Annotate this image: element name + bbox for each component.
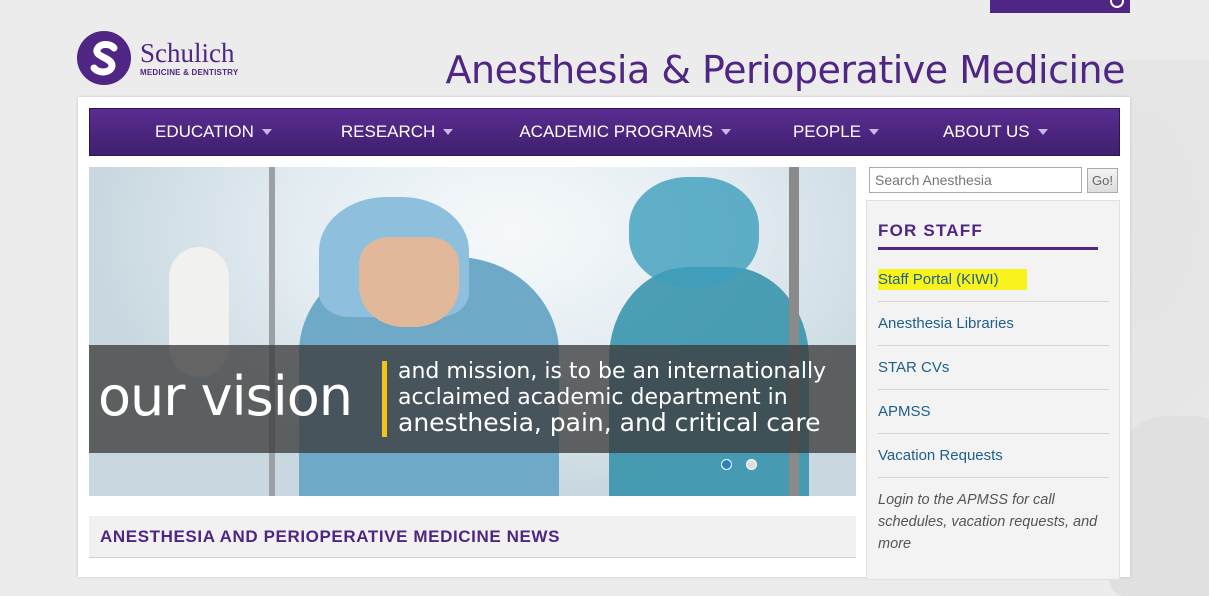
chevron-down-icon <box>261 129 272 135</box>
hero-line: acclaimed academic department in <box>398 385 788 410</box>
second-surgeon-cap-image <box>629 177 759 287</box>
nav-item-label: ACADEMIC PROGRAMS <box>519 122 713 141</box>
nav-item-research[interactable]: RESEARCH <box>340 122 454 142</box>
main-nav: EDUCATION RESEARCH ACADEMIC PROGRAMS PEO… <box>89 108 1120 156</box>
nav-item-label: RESEARCH <box>340 122 436 141</box>
chevron-down-icon <box>1037 129 1048 135</box>
logo-subtitle: MEDICINE & DENTISTRY <box>140 67 239 77</box>
sidebar-item-label: Anesthesia Libraries <box>878 315 1014 332</box>
schulich-logo[interactable]: Schulich MEDICINE & DENTISTRY <box>77 31 238 85</box>
sidebar-title: FOR STAFF <box>878 221 983 240</box>
page-container: EDUCATION RESEARCH ACADEMIC PROGRAMS PEO… <box>78 97 1130 580</box>
sidebar-item-label: APMSS <box>878 403 931 420</box>
sidebar-item-staff-portal[interactable]: Staff Portal (KIWI) <box>878 258 1109 302</box>
news-header: ANESTHESIA AND PERIOPERATIVE MEDICINE NE… <box>89 516 856 558</box>
sidebar-note: Login to the APMSS for call schedules, v… <box>878 492 1098 552</box>
nav-item-academic-programs[interactable]: ACADEMIC PROGRAMS <box>519 122 731 142</box>
nav-item-education[interactable]: EDUCATION <box>155 122 272 142</box>
sidebar-item-vacation-requests[interactable]: Vacation Requests <box>878 434 1109 478</box>
hero-slideshow[interactable]: our vision and mission, is to be an inte… <box>89 167 856 496</box>
sidebar-item-label: STAR CVs <box>878 359 950 376</box>
sidebar-title-underline <box>878 247 1098 250</box>
hero-line: and mission, is to be an internationally <box>398 359 827 384</box>
chevron-down-icon <box>869 129 880 135</box>
utility-icon <box>1110 0 1124 8</box>
hero-caption: our vision and mission, is to be an inte… <box>89 345 856 453</box>
news-title[interactable]: ANESTHESIA AND PERIOPERATIVE MEDICINE NE… <box>100 527 560 547</box>
surgeon-face-image <box>359 237 459 327</box>
nav-item-label: EDUCATION <box>155 122 254 141</box>
nav-item-label: PEOPLE <box>792 122 862 141</box>
sidebar-item-label: Vacation Requests <box>878 447 1003 464</box>
chevron-down-icon <box>443 129 454 135</box>
schulich-logo-icon <box>77 31 131 85</box>
hero-line: anesthesia, pain, and critical care <box>398 408 821 437</box>
sidebar-item-star-cvs[interactable]: STAR CVs <box>878 346 1109 390</box>
staff-sidebar: FOR STAFF Staff Portal (KIWI) Anesthesia… <box>866 200 1120 580</box>
search-go-button[interactable]: Go! <box>1087 168 1118 193</box>
sidebar-item-anesthesia-libraries[interactable]: Anesthesia Libraries <box>878 302 1109 346</box>
slide-dot-1[interactable] <box>721 459 732 470</box>
top-utility-tab[interactable] <box>990 0 1130 13</box>
chevron-down-icon <box>720 129 731 135</box>
nav-item-about-us[interactable]: ABOUT US <box>943 122 1048 142</box>
hero-headline: our vision <box>98 365 353 428</box>
slide-indicators <box>721 459 757 470</box>
nav-item-label: ABOUT US <box>943 122 1030 141</box>
sidebar-item-label: Staff Portal (KIWI) <box>878 269 1027 290</box>
logo-name: Schulich <box>140 37 235 68</box>
department-title[interactable]: Anesthesia & Perioperative Medicine <box>446 48 1126 92</box>
search-input[interactable] <box>869 167 1082 193</box>
hero-accent-bar <box>382 361 387 437</box>
slide-dot-2[interactable] <box>746 459 757 470</box>
sidebar-list: Staff Portal (KIWI) Anesthesia Libraries… <box>878 258 1109 478</box>
sidebar-item-apmss[interactable]: APMSS <box>878 390 1109 434</box>
nav-item-people[interactable]: PEOPLE <box>792 122 880 142</box>
